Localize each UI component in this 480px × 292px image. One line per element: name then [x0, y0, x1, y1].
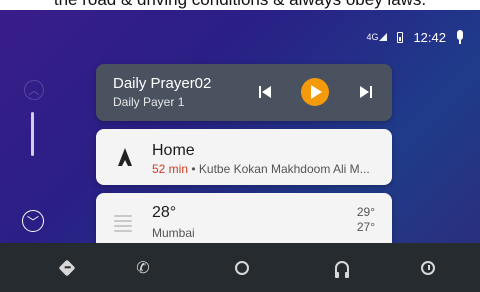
high-temperature: 29° [356, 205, 375, 219]
skip-next-icon[interactable] [358, 85, 372, 99]
home-icon [235, 260, 249, 275]
bottom-nav-bar: ✆ [0, 243, 480, 292]
nav-directions[interactable] [32, 243, 102, 292]
scroll-indicator [31, 112, 34, 156]
navigation-card[interactable]: Home 52 min • Kutbe Kokan Makhdoom Ali M… [96, 129, 392, 185]
chevron-down-icon: ﹀ [26, 214, 39, 229]
route-info: 52 min • Kutbe Kokan Makhdoom Ali M... [152, 162, 380, 176]
nav-home[interactable] [207, 243, 277, 292]
phone-icon: ✆ [136, 259, 150, 277]
status-bar: 4G 12:42 [366, 28, 464, 46]
clock-time: 12:42 [413, 29, 446, 45]
battery-icon [397, 31, 404, 43]
directions-icon [58, 259, 76, 276]
chevron-up-icon: ︿ [28, 85, 40, 97]
nav-phone[interactable]: ✆ [108, 243, 178, 292]
media-card[interactable]: Daily Prayer02 Daily Payer 1 [96, 64, 392, 121]
scroll-up-button[interactable]: ︿ [24, 80, 44, 100]
weather-city: Mumbai [152, 226, 195, 240]
destination-label: Home [152, 142, 195, 159]
media-title: Daily Prayer02 [113, 75, 212, 92]
network-signal-icon: 4G [366, 32, 388, 42]
nav-audio[interactable] [307, 243, 377, 292]
fog-icon [114, 215, 132, 235]
nav-recents[interactable] [393, 243, 463, 292]
disclaimer-text: the road & driving conditions & always o… [0, 0, 480, 10]
media-subtitle: Daily Payer 1 [113, 95, 185, 109]
skip-previous-icon[interactable] [259, 85, 273, 99]
play-icon[interactable] [301, 78, 329, 106]
microphone-icon[interactable] [456, 30, 464, 44]
separator: • [188, 162, 199, 176]
navigation-arrow-icon [118, 148, 132, 166]
scroll-down-button[interactable]: ﹀ [22, 210, 44, 232]
current-temperature: 28° [152, 204, 177, 221]
disclaimer-banner: the road & driving conditions & always o… [0, 0, 480, 10]
route-text: Kutbe Kokan Makhdoom Ali M... [198, 162, 370, 176]
headphones-icon [335, 260, 349, 278]
recents-icon [421, 260, 435, 275]
eta-text: 52 min [152, 162, 189, 176]
low-temperature: 27° [356, 220, 375, 234]
